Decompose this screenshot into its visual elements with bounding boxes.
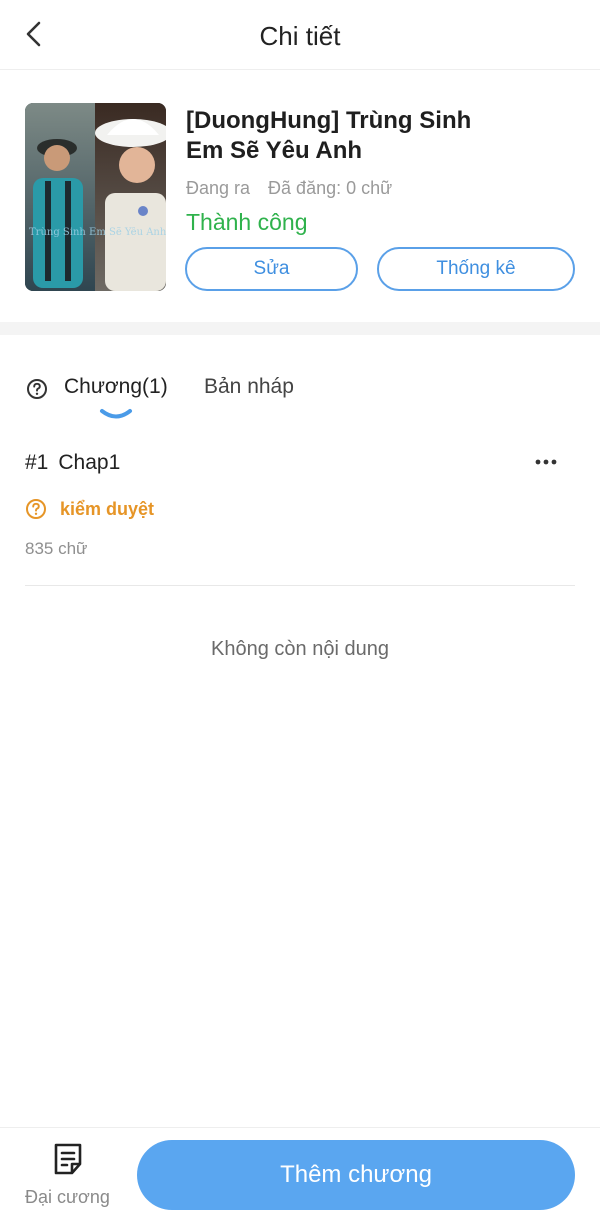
help-icon[interactable] [26,378,48,400]
book-meta: Đang ra Đã đăng: 0 chữ [186,178,392,199]
top-bar: Chi tiết [0,0,600,70]
tab-drafts[interactable]: Bản nháp [204,375,294,399]
cover-image: Trùng Sinh Em Sẽ Yêu Anh [25,103,166,291]
stats-button[interactable]: Thống kê [377,247,575,291]
active-tab-indicator [100,409,132,419]
book-info: Trùng Sinh Em Sẽ Yêu Anh [DuongHung] Trù… [0,70,600,322]
edit-button[interactable]: Sửa [185,247,358,291]
chapter-review-status: kiểm duyệt [25,498,154,520]
review-result: Thành công [186,209,308,235]
svg-text:Trùng Sinh Em Sẽ Yêu Anh: Trùng Sinh Em Sẽ Yêu Anh [29,227,166,238]
page-title: Chi tiết [259,21,341,51]
chapter-item[interactable]: #1 Chap1 kiểm duyệt 835 chữ [25,425,575,586]
book-title: [DuongHung] Trùng Sinh Em Sẽ Yêu Anh [186,106,576,166]
book-title-line2: Em Sẽ Yêu Anh [186,137,363,164]
document-icon [54,1143,82,1175]
chapter-title: #1 Chap1 [25,451,120,475]
outline-button[interactable]: Đại cương [14,1142,124,1214]
outline-label: Đại cương [25,1187,110,1207]
tab-chapters[interactable]: Chương(1) [64,375,168,399]
published-word-count: Đã đăng: 0 chữ [268,178,393,198]
bottom-bar: Đại cương Thêm chương [0,1127,600,1222]
review-help-icon[interactable] [25,498,47,520]
tab-bar: Chương(1) Bản nháp [0,335,600,425]
book-cover[interactable]: Trùng Sinh Em Sẽ Yêu Anh [25,103,166,291]
chapter-name: Chap1 [58,451,121,474]
book-title-line1: [DuongHung] Trùng Sinh [186,107,472,134]
review-status-label: kiểm duyệt [60,498,155,519]
chapter-number: #1 [25,451,49,474]
publish-status: Đang ra [186,178,251,198]
add-chapter-button[interactable]: Thêm chương [137,1140,575,1210]
list-end-message: Không còn nội dung [211,638,389,660]
chapter-word-count: 835 chữ [25,539,88,558]
more-options-icon[interactable] [531,447,561,477]
section-divider [0,322,600,335]
